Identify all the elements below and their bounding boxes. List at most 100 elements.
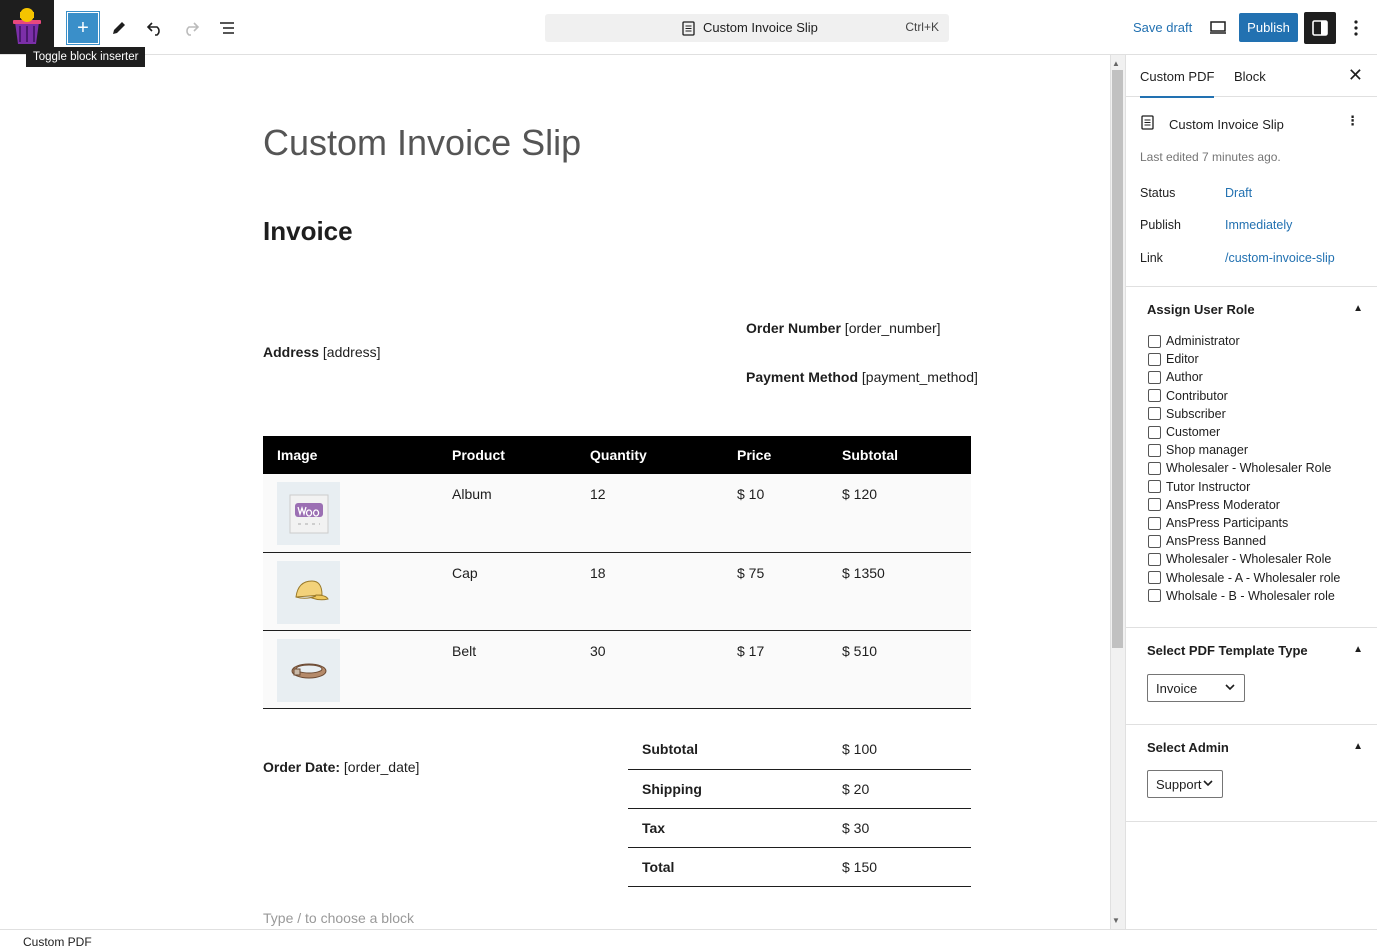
checkbox[interactable] — [1148, 498, 1161, 512]
invoice-heading[interactable]: Invoice — [263, 216, 353, 247]
totals-value: $ 20 — [828, 769, 971, 809]
role-checkbox-item[interactable]: Tutor Instructor — [1148, 480, 1250, 494]
checkbox[interactable] — [1148, 389, 1161, 403]
tab-block[interactable]: Block — [1234, 69, 1266, 84]
role-checkbox-item[interactable]: Author — [1148, 370, 1203, 384]
link-label: Link — [1140, 251, 1163, 265]
block-inserter-button[interactable]: + — [66, 11, 100, 45]
role-checkbox-item[interactable]: Customer — [1148, 425, 1220, 439]
totals-value: $ 150 — [828, 847, 971, 887]
product-name: Album — [438, 474, 576, 553]
panel-title[interactable]: Select PDF Template Type — [1147, 643, 1308, 658]
checkbox[interactable] — [1148, 443, 1161, 457]
album-image-icon — [277, 482, 340, 545]
site-logo-icon[interactable] — [0, 0, 54, 54]
chevron-up-icon[interactable]: ▲ — [1353, 303, 1363, 314]
document-title[interactable]: Custom Invoice Slip — [263, 122, 581, 164]
checkbox[interactable] — [1148, 352, 1161, 366]
table-row: Total $ 150 — [628, 847, 971, 887]
pencil-icon — [113, 22, 125, 34]
checkbox[interactable] — [1148, 370, 1161, 384]
role-checkbox-item[interactable]: AnsPress Banned — [1148, 534, 1266, 548]
checkbox[interactable] — [1148, 571, 1161, 585]
close-icon[interactable]: ✕ — [1348, 65, 1363, 86]
checkbox[interactable] — [1148, 461, 1161, 475]
table-row: Belt 30 $ 17 $ 510 — [263, 630, 971, 709]
order-items-table[interactable]: Image Product Quantity Price Subtotal Al… — [263, 436, 971, 709]
role-checkbox-item[interactable]: AnsPress Moderator — [1148, 498, 1280, 512]
role-checkbox-item[interactable]: AnsPress Participants — [1148, 516, 1288, 530]
publish-label: Publish — [1140, 218, 1181, 232]
save-draft-button[interactable]: Save draft — [1133, 20, 1192, 35]
tools-button[interactable] — [103, 12, 135, 44]
checkbox[interactable] — [1148, 516, 1161, 530]
payment-method-label: Payment Method — [746, 369, 859, 385]
chevron-down-icon — [1203, 780, 1213, 787]
settings-toggle-button[interactable] — [1304, 12, 1336, 44]
template-type-select[interactable]: Invoice — [1147, 674, 1245, 702]
role-label: Wholesaler - Wholesaler Role — [1166, 552, 1332, 567]
options-menu-button[interactable] — [1340, 12, 1372, 44]
role-checkbox-item[interactable]: Administrator — [1148, 334, 1240, 348]
role-label: Customer — [1166, 425, 1221, 439]
order-date-block[interactable]: Order Date: [order_date] — [263, 759, 419, 775]
chevron-down-icon — [1225, 684, 1235, 691]
column-header: Quantity — [576, 436, 723, 474]
checkbox[interactable] — [1148, 534, 1161, 548]
product-name: Belt — [438, 630, 576, 709]
table-row: Album 12 $ 10 $ 120 — [263, 474, 971, 553]
tab-custom-pdf[interactable]: Custom PDF — [1140, 69, 1215, 98]
chevron-up-icon[interactable]: ▲ — [1353, 644, 1363, 655]
sidebar-doc-title: Custom Invoice Slip — [1169, 117, 1284, 132]
address-value: [address] — [319, 344, 381, 360]
table-header-row: Image Product Quantity Price Subtotal — [263, 436, 971, 474]
selected-value: Invoice — [1156, 680, 1198, 696]
role-label: Editor — [1166, 352, 1199, 367]
document-summary-panel: Custom Invoice Slip ⋮ Last edited 7 minu… — [1126, 97, 1377, 287]
role-checkbox-item[interactable]: Shop manager — [1148, 443, 1248, 457]
checkbox[interactable] — [1148, 552, 1161, 566]
checkbox[interactable] — [1148, 407, 1161, 421]
desktop-preview-icon — [1210, 21, 1226, 34]
role-label: AnsPress Moderator — [1166, 497, 1280, 512]
totals-value: $ 100 — [828, 730, 971, 770]
role-checkbox-item[interactable]: Subscriber — [1148, 407, 1226, 421]
scroll-up-icon[interactable]: ▲ — [1112, 59, 1120, 68]
breadcrumb[interactable]: Custom PDF — [23, 935, 92, 949]
role-checkbox-item[interactable]: Wholesale - A - Wholesaler role — [1148, 571, 1340, 585]
block-appender[interactable]: Type / to choose a block — [263, 910, 414, 926]
role-checkbox-item[interactable]: Wholsale - B - Wholesaler role — [1148, 589, 1335, 603]
checkbox[interactable] — [1148, 425, 1161, 439]
checkbox[interactable] — [1148, 480, 1161, 494]
scroll-down-icon[interactable]: ▼ — [1112, 916, 1120, 925]
permalink-link[interactable]: /custom-invoice-slip — [1225, 251, 1335, 265]
role-checkbox-item[interactable]: Contributor — [1148, 389, 1228, 403]
checkbox[interactable] — [1148, 334, 1161, 348]
sidebar-tabs: Custom PDF Block ✕ — [1126, 55, 1377, 98]
admin-select[interactable]: Support — [1147, 770, 1223, 798]
command-title: Custom Invoice Slip — [703, 20, 818, 35]
address-block[interactable]: Address [address] — [263, 344, 381, 360]
checkbox[interactable] — [1148, 589, 1161, 603]
document-overview-button[interactable] — [211, 12, 243, 44]
role-checkbox-item[interactable]: Editor — [1148, 352, 1199, 366]
publish-date-link[interactable]: Immediately — [1225, 218, 1292, 232]
column-header: Price — [723, 436, 828, 474]
role-checkbox-item[interactable]: Wholesaler - Wholesaler Role — [1148, 552, 1331, 566]
panel-title[interactable]: Select Admin — [1147, 740, 1229, 755]
more-vertical-icon[interactable]: ⋮ — [1346, 113, 1359, 129]
page-icon — [682, 21, 695, 36]
publish-button[interactable]: Publish — [1239, 13, 1298, 42]
panel-title[interactable]: Assign User Role — [1147, 302, 1255, 317]
redo-button[interactable] — [175, 12, 207, 44]
status-value-link[interactable]: Draft — [1225, 186, 1252, 200]
payment-method-block[interactable]: Payment Method [payment_method] — [746, 369, 978, 385]
role-checkbox-item[interactable]: Wholesaler - Wholesaler Role — [1148, 461, 1331, 475]
totals-table[interactable]: Subtotal $ 100 Shipping $ 20 Tax $ 30 Total… — [628, 730, 971, 887]
preview-button[interactable] — [1202, 12, 1234, 44]
order-number-block[interactable]: Order Number [order_number] — [746, 320, 941, 336]
command-palette-button[interactable]: Custom Invoice Slip Ctrl+K — [545, 14, 949, 42]
scrollbar-thumb[interactable] — [1112, 70, 1123, 648]
chevron-up-icon[interactable]: ▲ — [1353, 741, 1363, 752]
undo-button[interactable] — [139, 12, 171, 44]
